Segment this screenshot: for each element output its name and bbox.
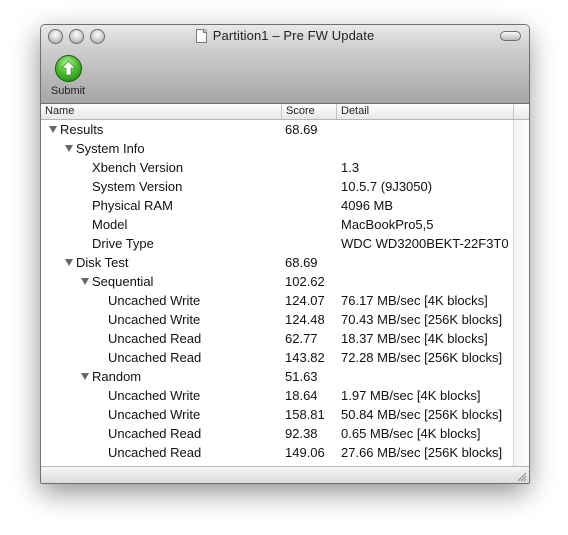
row-score: 124.07: [285, 293, 325, 308]
window-title: Partition1 – Pre FW Update: [212, 28, 375, 43]
row-detail: 76.17 MB/sec [4K blocks]: [341, 293, 488, 308]
column-divider: [513, 104, 514, 119]
row-detail: MacBookPro5,5: [341, 217, 434, 232]
row-score: 68.69: [285, 255, 318, 270]
row-name: Uncached Write: [108, 312, 201, 327]
row-name: Uncached Write: [108, 407, 201, 422]
window-bottom-bar: [41, 466, 529, 483]
row-name: Uncached Read: [108, 350, 202, 365]
outline-row[interactable]: Results 68.69: [41, 120, 513, 139]
row-name: Uncached Read: [108, 445, 202, 460]
column-header-row: Name Score Detail: [41, 104, 529, 120]
row-name: Uncached Write: [108, 293, 201, 308]
row-name: Sequential: [92, 274, 154, 289]
document-icon: [195, 28, 207, 43]
row-detail: 27.66 MB/sec [256K blocks]: [341, 445, 503, 460]
outline-row[interactable]: System Info: [41, 139, 513, 158]
submit-label: Submit: [50, 85, 86, 97]
row-detail: 72.28 MB/sec [256K blocks]: [341, 350, 503, 365]
row-name: Uncached Read: [108, 331, 202, 346]
row-name: Uncached Read: [108, 426, 202, 441]
resize-grip-icon[interactable]: [516, 471, 527, 482]
row-name: Physical RAM: [92, 198, 173, 213]
outline-row[interactable]: Physical RAM 4096 MB: [41, 196, 513, 215]
vertical-scrollbar[interactable]: [513, 120, 529, 466]
row-detail: 10.5.7 (9J3050): [341, 179, 433, 194]
outline-row[interactable]: Disk Test 68.69: [41, 253, 513, 272]
row-detail: WDC WD3200BEKT-22F3T0: [341, 236, 509, 251]
row-score: 149.06: [285, 445, 325, 460]
row-name: Drive Type: [92, 236, 154, 251]
outline-row[interactable]: Xbench Version 1.3: [41, 158, 513, 177]
row-name: Model: [92, 217, 128, 232]
row-detail: 18.37 MB/sec [4K blocks]: [341, 331, 488, 346]
row-name: System Info: [76, 141, 145, 156]
unified-toolbar: Partition1 – Pre FW Update Submit: [41, 25, 529, 104]
row-score: 18.64: [285, 388, 318, 403]
outline-row[interactable]: System Version 10.5.7 (9J3050): [41, 177, 513, 196]
row-score: 62.77: [285, 331, 318, 346]
column-header-name[interactable]: Name: [41, 104, 281, 119]
row-score: 158.81: [285, 407, 325, 422]
outline-row[interactable]: Random 51.63: [41, 367, 513, 386]
column-header-detail[interactable]: Detail: [337, 104, 511, 119]
row-name: Xbench Version: [92, 160, 184, 175]
row-score: 124.48: [285, 312, 325, 327]
outline-row[interactable]: Uncached Read 92.38 0.65 MB/sec [4K blocks…: [41, 424, 513, 443]
row-score: 92.38: [285, 426, 318, 441]
row-detail: 50.84 MB/sec [256K blocks]: [341, 407, 503, 422]
outline-row[interactable]: Uncached Read 62.77 18.37 MB/sec [4K block…: [41, 329, 513, 348]
row-name: Random: [92, 369, 142, 384]
outline-row[interactable]: Uncached Read 149.06 27.66 MB/sec [256K bl…: [41, 443, 513, 462]
outline-row[interactable]: Uncached Write 124.07 76.17 MB/sec [4K blo…: [41, 291, 513, 310]
row-name: System Version: [92, 179, 183, 194]
row-score: 68.69: [285, 122, 318, 137]
outline-row[interactable]: Model MacBookPro5,5: [41, 215, 513, 234]
row-detail: 0.65 MB/sec [4K blocks]: [341, 426, 481, 441]
disclosure-triangle-icon[interactable]: [65, 145, 73, 152]
row-score: 51.63: [285, 369, 318, 384]
disclosure-triangle-icon[interactable]: [49, 126, 57, 133]
row-name: Uncached Write: [108, 388, 201, 403]
row-detail: 70.43 MB/sec [256K blocks]: [341, 312, 503, 327]
row-detail: 1.97 MB/sec [4K blocks]: [341, 388, 481, 403]
outline-row[interactable]: Uncached Write 124.48 70.43 MB/sec [256K b…: [41, 310, 513, 329]
row-detail: 1.3: [341, 160, 360, 175]
outline-row[interactable]: Uncached Write 18.64 1.97 MB/sec [4K block…: [41, 386, 513, 405]
disclosure-triangle-icon[interactable]: [81, 373, 89, 380]
toolbar-toggle-button[interactable]: [500, 31, 521, 41]
row-detail: 4096 MB: [341, 198, 394, 213]
column-header-score[interactable]: Score: [282, 104, 336, 119]
row-name: Disk Test: [76, 255, 129, 270]
row-score: 102.62: [285, 274, 325, 289]
submit-button[interactable]: Submit: [47, 55, 89, 97]
up-arrow-icon: [54, 55, 82, 82]
outline-row[interactable]: Uncached Read 143.82 72.28 MB/sec [256K bl…: [41, 348, 513, 367]
row-score: 143.82: [285, 350, 325, 365]
row-name: Results: [60, 122, 104, 137]
xbench-results-window: Partition1 – Pre FW Update Submit Name S…: [40, 24, 530, 484]
outline-row[interactable]: Drive Type WDC WD3200BEKT-22F3T0: [41, 234, 513, 253]
results-outline: Results 68.69 System Info Xbench Version 1.3…: [41, 120, 513, 466]
window-title-bar: Partition1 – Pre FW Update: [41, 28, 529, 43]
outline-row[interactable]: Sequential 102.62: [41, 272, 513, 291]
disclosure-triangle-icon[interactable]: [65, 259, 73, 266]
disclosure-triangle-icon[interactable]: [81, 278, 89, 285]
outline-row[interactable]: Uncached Write 158.81 50.84 MB/sec [256K b…: [41, 405, 513, 424]
